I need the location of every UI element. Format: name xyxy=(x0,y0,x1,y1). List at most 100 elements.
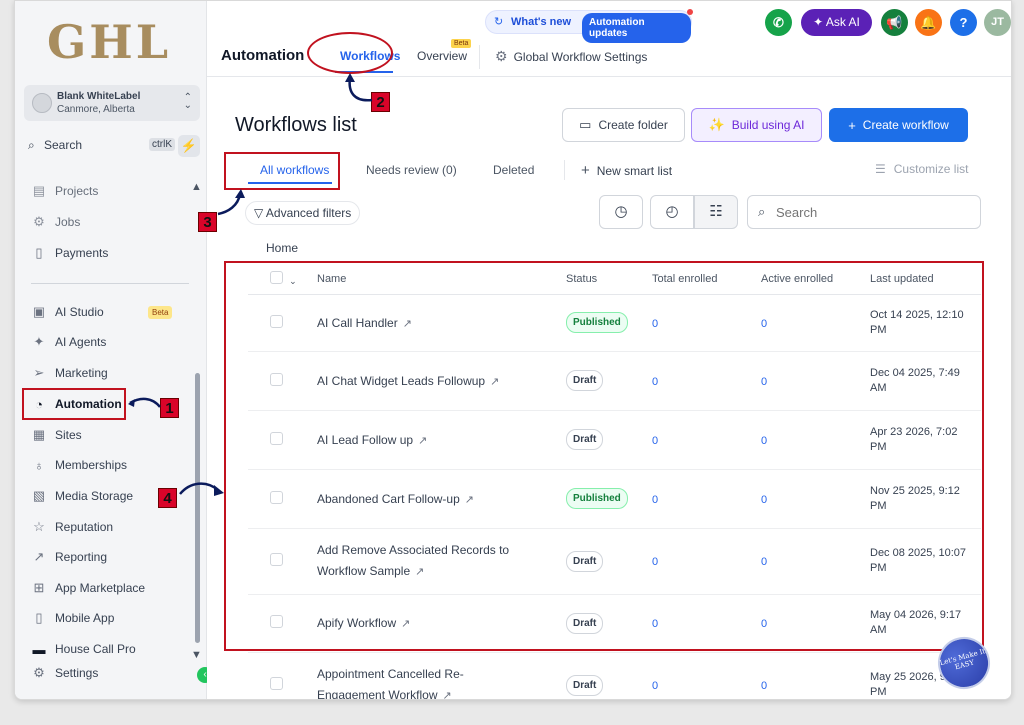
sidebar-scrollbar[interactable] xyxy=(195,373,200,643)
sidebar-item-payments[interactable]: ▯ Payments xyxy=(31,240,108,266)
last-updated-ampm: PM xyxy=(870,686,887,698)
magic-wand-icon: ✨ xyxy=(708,117,725,132)
filter-icon: ▽ xyxy=(254,206,266,220)
annotation-arrow-3 xyxy=(217,189,245,216)
whats-new-pill[interactable]: ↻ What's new Automation updates xyxy=(485,9,693,43)
customize-list-button[interactable]: ☰ Customize list xyxy=(875,162,968,176)
workflow-name-link[interactable]: Appointment Cancelled Re-Engagement Work… xyxy=(317,667,464,700)
main-scroll-up-icon[interactable]: ▲ xyxy=(1010,82,1011,94)
trend-icon: ↗ xyxy=(33,549,45,564)
external-link-icon[interactable]: ↗ xyxy=(443,690,452,700)
annotation-box-automation xyxy=(22,388,126,420)
annotation-box-workflow-table xyxy=(224,261,984,651)
help-icon[interactable]: ? xyxy=(950,9,977,36)
megaphone-icon[interactable]: 📢 xyxy=(881,9,908,36)
list-view-button[interactable]: ☷ xyxy=(694,195,738,229)
create-workflow-button[interactable]: + Create workflow xyxy=(829,108,968,142)
sidebar-item-house-call-pro[interactable]: ▬ House Call Pro xyxy=(31,636,136,662)
global-workflow-settings[interactable]: ⚙ Global Workflow Settings xyxy=(495,48,647,65)
folder-icon: ▭ xyxy=(579,117,592,132)
sidebar-item-mobile-app[interactable]: ▯ Mobile App xyxy=(31,605,114,631)
sidebar-item-label: Mobile App xyxy=(55,611,115,625)
breadcrumb[interactable]: Home xyxy=(266,241,298,255)
sidebar-scroll-up-icon[interactable]: ▲ xyxy=(191,181,202,193)
account-location: Canmore, Alberta xyxy=(57,104,135,115)
workflow-name-cell: Appointment Cancelled Re-Engagement Work… xyxy=(317,652,566,700)
sidebar-item-label: AI Studio xyxy=(55,305,104,319)
annotation-arrow-2 xyxy=(345,73,373,102)
table-row[interactable]: Appointment Cancelled Re-Engagement Work… xyxy=(248,652,981,700)
sidebar-scroll-down-icon[interactable]: ▼ xyxy=(191,649,202,661)
new-smart-list-label: New smart list xyxy=(596,164,673,178)
sidebar-item-label: Media Storage xyxy=(55,489,134,503)
chevron-updown-icon: ⌃ ⌄ xyxy=(183,92,192,111)
annotation-arrow-4 xyxy=(179,482,224,496)
sidebar-item-label: Memberships xyxy=(55,458,128,472)
total-enrolled-cell: 0 xyxy=(652,652,761,699)
advanced-filters-button[interactable]: ▽ Advanced filters xyxy=(245,201,361,225)
ai-studio-beta-badge: Beta xyxy=(148,306,173,319)
sidebar-item-jobs[interactable]: ⚙ Jobs xyxy=(31,209,80,235)
bell-icon[interactable]: 🔔 xyxy=(915,9,942,36)
sidebar: GHL Blank WhiteLabel Canmore, Alberta ⌃ ⌄… xyxy=(15,1,213,699)
search-icon: ⌕ xyxy=(758,204,766,219)
history-button[interactable]: ◷ xyxy=(599,195,643,229)
sidebar-item-label: Reporting xyxy=(55,550,108,564)
user-avatar[interactable]: JT xyxy=(984,9,1011,36)
sidebar-item-sites[interactable]: ▦ Sites xyxy=(31,422,82,448)
annotation-arrow-1 xyxy=(128,397,161,408)
ask-ai-button[interactable]: ✦ Ask AI xyxy=(801,9,872,36)
phone-call-icon[interactable]: ✆ xyxy=(765,9,792,36)
build-using-ai-button[interactable]: ✨ Build using AI xyxy=(691,108,822,142)
sidebar-item-reputation[interactable]: ☆ Reputation xyxy=(31,514,113,540)
grid-icon: ⊞ xyxy=(33,580,45,595)
search-icon: ⌕ xyxy=(28,138,35,152)
refresh-icon: ↻ xyxy=(494,16,504,28)
automation-updates-badge[interactable]: Automation updates xyxy=(582,13,691,43)
ask-ai-label: Ask AI xyxy=(825,15,860,29)
search-input[interactable] xyxy=(776,202,966,222)
brand-logo[interactable]: GHL xyxy=(47,15,171,69)
tab-deleted[interactable]: Deleted xyxy=(493,163,534,177)
phone-icon: ▯ xyxy=(35,610,43,625)
account-switcher[interactable]: Blank WhiteLabel Canmore, Alberta ⌃ ⌄ xyxy=(24,85,200,121)
sidebar-item-ai-agents[interactable]: ✦ AI Agents xyxy=(31,329,107,355)
jobs-icon: ⚙ xyxy=(33,214,45,229)
plus-icon: + xyxy=(581,162,590,179)
main-scroll-down-icon[interactable]: ▼ xyxy=(1010,685,1011,697)
sidebar-item-label: Reputation xyxy=(55,520,114,534)
sidebar-item-memberships[interactable]: ♁ Memberships xyxy=(31,452,127,478)
sparkle-icon: ✦ xyxy=(33,334,45,349)
workflow-search[interactable]: ⌕ xyxy=(747,195,981,229)
create-folder-button[interactable]: ▭ Create folder xyxy=(562,108,685,142)
whats-new-label: What's new xyxy=(511,16,572,28)
sidebar-item-settings[interactable]: ⚙ Settings xyxy=(31,660,98,686)
sidebar-search[interactable]: ⌕ Search ctrlK xyxy=(24,135,176,157)
total-enrolled-link[interactable]: 0 xyxy=(652,680,658,692)
sidebar-item-marketing[interactable]: ➢ Marketing xyxy=(31,360,108,386)
sidebar-item-projects[interactable]: ▤ Projects xyxy=(31,178,99,204)
subtab-divider xyxy=(564,160,565,180)
sidebar-item-reporting[interactable]: ↗ Reporting xyxy=(31,544,107,570)
customize-icon: ☰ xyxy=(875,162,886,176)
status-cell: Draft xyxy=(566,652,652,699)
tab-needs-review[interactable]: Needs review (0) xyxy=(366,163,457,177)
sidebar-item-media-storage[interactable]: ▧ Media Storage xyxy=(31,483,133,509)
annotation-number-1: 1 xyxy=(160,398,179,418)
quick-action-bolt-icon[interactable]: ⚡ xyxy=(178,135,200,157)
sidebar-item-app-marketplace[interactable]: ⊞ App Marketplace xyxy=(31,575,146,601)
new-smart-list-button[interactable]: + New smart list xyxy=(581,162,672,179)
tab-overview[interactable]: Overview xyxy=(417,49,467,63)
active-enrolled-link[interactable]: 0 xyxy=(761,680,767,692)
clock-view-button[interactable]: ◴ xyxy=(650,195,694,229)
row-checkbox[interactable] xyxy=(270,677,283,690)
sidebar-item-ai-studio[interactable]: ▣ AI Studio xyxy=(31,299,104,325)
location-icon xyxy=(32,93,52,113)
image-icon: ▧ xyxy=(32,488,46,503)
history-icon: ◷ xyxy=(614,203,628,220)
sidebar-item-label: Settings xyxy=(55,666,99,680)
status-badge: Draft xyxy=(566,674,604,696)
annotation-number-4: 4 xyxy=(158,488,177,508)
row-select-cell xyxy=(248,652,317,699)
global-settings-label: Global Workflow Settings xyxy=(513,50,648,64)
